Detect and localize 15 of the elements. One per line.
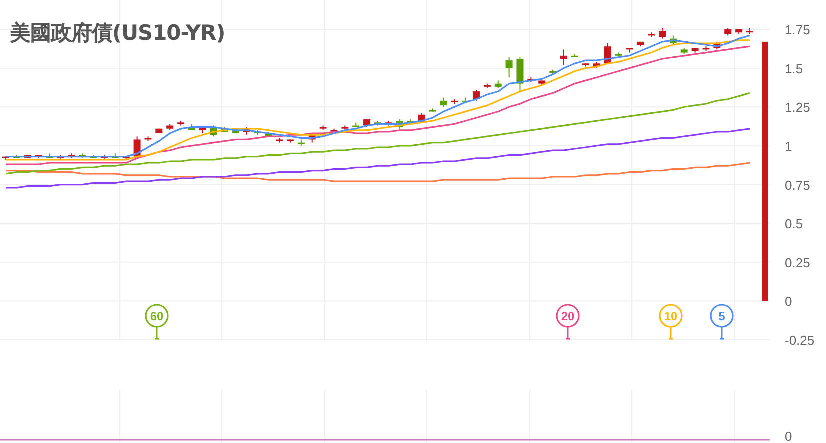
y-axis-label: 1.5 [785, 61, 804, 76]
y-axis-label: 1.25 [785, 100, 810, 116]
marker-label: 20 [561, 310, 575, 324]
y-axis-label: 0.25 [785, 255, 810, 270]
y-axis-label: 0 [785, 294, 792, 310]
y-axis-label: 1.75 [785, 22, 810, 38]
y-axis-label: 0.75 [785, 178, 810, 193]
marker-label: 60 [150, 310, 164, 324]
y-axis-label: 1 [785, 138, 792, 154]
marker-label: 10 [664, 310, 678, 324]
marker-label: 5 [718, 310, 726, 324]
y-axis-label: -0.25 [785, 333, 815, 348]
chart-title: 美國政府債(US10-YR) [10, 20, 226, 47]
y-axis-label: 0.5 [785, 216, 804, 232]
y-axis-label: 0 [785, 429, 792, 443]
